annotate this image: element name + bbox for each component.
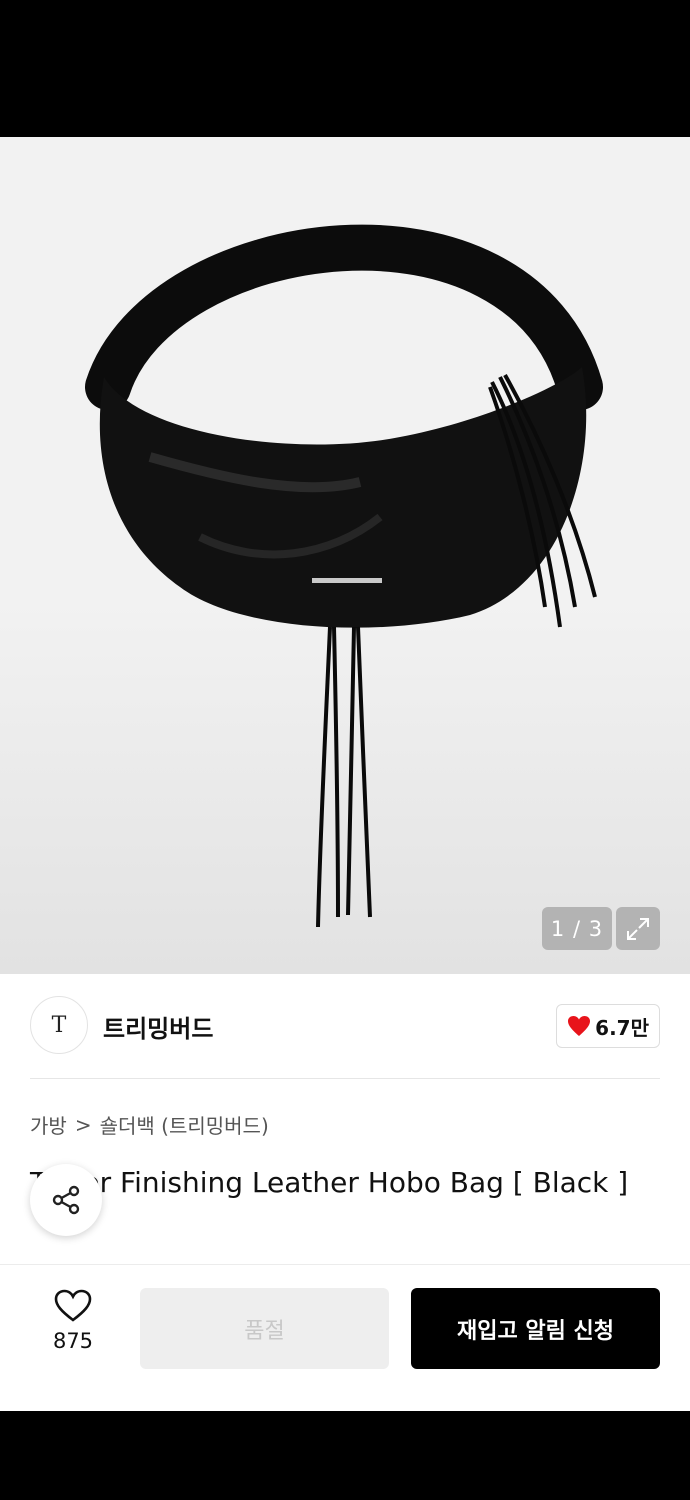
breadcrumb-category[interactable]: 가방: [30, 1110, 67, 1139]
bag-photo: [85, 224, 603, 928]
breadcrumb-subcategory[interactable]: 숄더백 (트리밍버드): [100, 1110, 269, 1139]
brand-like-count: 6.7만: [595, 1015, 649, 1040]
status-bar: [0, 0, 690, 137]
soldout-button: 품절: [140, 1288, 389, 1369]
chevron-right-icon: >: [74, 1112, 92, 1137]
brand-logo[interactable]: T: [30, 996, 88, 1054]
brand-row[interactable]: T 트리밍버드 6.7만: [30, 996, 660, 1058]
bottom-action-bar: 875 품절 재입고 알림 신청: [0, 1264, 690, 1411]
heart-outline-icon: [54, 1289, 92, 1322]
restock-alert-button[interactable]: 재입고 알림 신청: [411, 1288, 660, 1369]
system-navigation-bar: [0, 1411, 690, 1500]
wishlist-count: 875: [52, 1329, 94, 1353]
image-page-counter: 1 / 3: [542, 907, 612, 950]
product-title: Tower Finishing Leather Hobo Bag [ Black…: [30, 1166, 629, 1199]
breadcrumb: 가방 > 숄더백 (트리밍버드): [30, 1110, 269, 1139]
expand-icon: [627, 917, 649, 940]
wishlist-button[interactable]: 875: [36, 1289, 110, 1365]
expand-image-button[interactable]: [616, 907, 660, 950]
share-button[interactable]: [30, 1164, 102, 1236]
divider: [30, 1078, 660, 1079]
brand-like-button[interactable]: 6.7만: [556, 1004, 660, 1048]
product-info: T 트리밍버드 6.7만 가방 > 숄더백 (트리밍버드) Tower Fini…: [0, 974, 690, 1264]
heart-filled-icon: [568, 1016, 591, 1036]
product-image[interactable]: [0, 137, 690, 974]
brand-name[interactable]: 트리밍버드: [103, 1009, 213, 1044]
share-icon: [52, 1185, 80, 1215]
